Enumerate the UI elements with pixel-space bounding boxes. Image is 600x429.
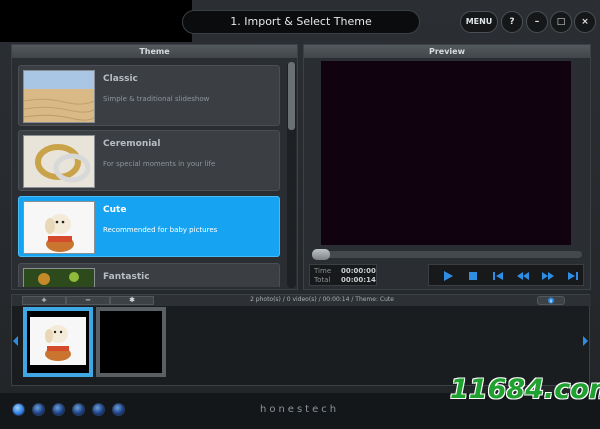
info-button[interactable] [537,296,565,305]
fast-forward-icon[interactable] [541,269,555,283]
maximize-button[interactable]: □ [550,11,572,33]
total-value: 00:00:14 [341,276,376,284]
preview-panel: Preview Time 00:00:00 Total 00:00:14 [303,44,591,290]
window-title: 1. Import & Select Theme [182,10,420,34]
time-value: 00:00:00 [341,267,376,275]
remove-media-button[interactable]: − [66,296,110,305]
step-indicator-1[interactable] [12,403,25,416]
add-media-button[interactable]: + [22,296,66,305]
theme-item-desc: For special moments in your life [103,160,216,168]
effect-button[interactable]: ✱ [110,296,154,305]
preview-panel-header: Preview [304,45,590,58]
theme-scroll-thumb[interactable] [288,62,295,130]
theme-item-ceremonial[interactable]: Ceremonial For special moments in your l… [18,130,280,191]
preview-screen [321,61,571,245]
minimize-button[interactable]: – [526,11,548,33]
theme-item-title: Ceremonial [103,139,161,149]
theme-panel: Theme Classic Simple & traditional slide… [11,44,298,290]
theme-item-title: Classic [103,74,138,84]
storyboard-slot-selected[interactable] [23,307,93,377]
seek-bar[interactable] [312,249,582,260]
ceremonial-thumbnail [23,135,95,188]
skip-back-icon[interactable] [491,269,505,283]
theme-scrollbar[interactable] [287,62,296,288]
storyboard-info: 2 photo(s) / 0 video(s) / 00:00:14 / The… [250,296,394,303]
step-indicator-6[interactable] [112,403,125,416]
theme-list: Classic Simple & traditional slideshow C… [18,65,284,287]
theme-panel-header: Theme [12,45,297,58]
app-window: 1. Import & Select Theme MENU ? – □ × Th… [0,0,600,429]
step-indicator-5[interactable] [92,403,105,416]
help-button[interactable]: ? [501,11,523,33]
step-indicator-4[interactable] [72,403,85,416]
brand-text: honestech [260,404,340,415]
storyboard: + − ✱ 2 photo(s) / 0 video(s) / 00:00:14… [11,294,591,386]
time-display: Time 00:00:00 Total 00:00:14 [309,264,377,286]
cute-thumbnail [23,201,95,254]
classic-thumbnail [23,70,95,123]
theme-item-title: Fantastic [103,272,150,282]
total-label: Total [314,276,331,284]
theme-item-fantastic[interactable]: Fantastic [18,263,280,287]
step-indicator-3[interactable] [52,403,65,416]
scroll-right-icon[interactable] [581,335,589,347]
storyboard-toolbar: + − ✱ 2 photo(s) / 0 video(s) / 00:00:14… [12,295,591,306]
window-corner [0,0,192,42]
play-icon[interactable] [441,269,455,283]
theme-item-classic[interactable]: Classic Simple & traditional slideshow [18,65,280,126]
storyboard-slot-empty[interactable] [96,307,166,377]
watermark: 11684.com [450,374,600,405]
fantastic-thumbnail [23,268,95,287]
playback-controls [428,264,584,286]
skip-forward-icon[interactable] [566,269,580,283]
empty-slot-frame [96,307,166,377]
theme-item-desc: Simple & traditional slideshow [103,95,210,103]
theme-item-cute[interactable]: Cute Recommended for baby pictures [18,196,280,257]
info-icon [548,297,554,304]
menu-button[interactable]: MENU [460,11,498,33]
close-button[interactable]: × [574,11,596,33]
theme-item-desc: Recommended for baby pictures [103,226,218,234]
seek-knob[interactable] [312,249,330,260]
rewind-icon[interactable] [516,269,530,283]
theme-item-title: Cute [103,205,127,215]
time-label: Time [314,267,332,275]
step-indicator-2[interactable] [32,403,45,416]
photo-thumbnail [23,307,93,377]
stop-icon[interactable] [466,269,480,283]
scroll-left-icon[interactable] [12,335,20,347]
